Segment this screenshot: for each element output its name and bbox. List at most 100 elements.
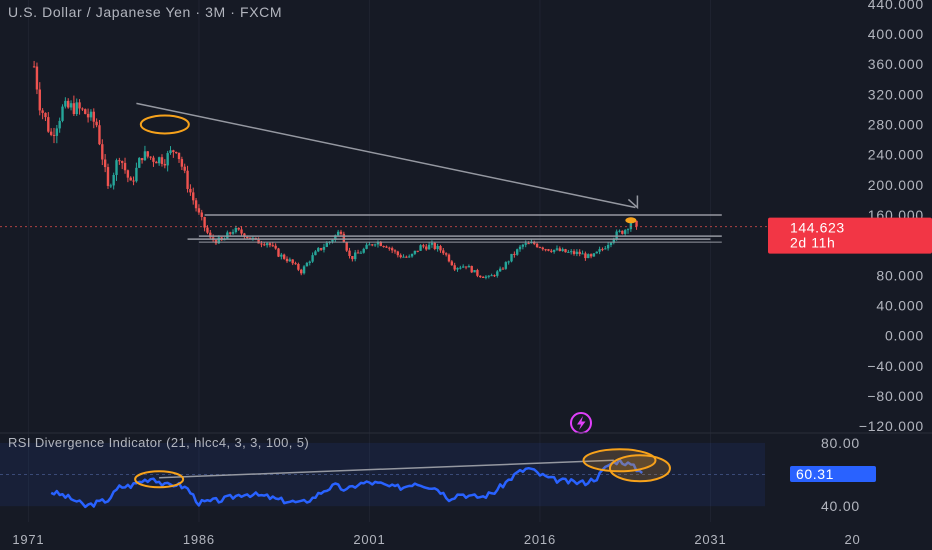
candle-body bbox=[180, 159, 184, 167]
candle-body bbox=[189, 188, 192, 193]
candle-body bbox=[626, 229, 630, 231]
candle-body bbox=[194, 200, 198, 209]
rsi-pane[interactable] bbox=[0, 442, 765, 509]
candle-body bbox=[609, 242, 613, 245]
price-tick-label: −40.000 bbox=[867, 358, 924, 374]
time-tick-label: 2016 bbox=[524, 532, 556, 547]
candle-body bbox=[157, 157, 161, 164]
candle-body bbox=[493, 275, 496, 277]
candle bbox=[84, 108, 87, 115]
candle-body bbox=[578, 251, 581, 255]
candle-body bbox=[234, 227, 238, 233]
candle-body bbox=[61, 106, 64, 121]
candle-body bbox=[200, 212, 203, 217]
chart-title: U.S. Dollar / Japanese Yen · 3M · FXCM bbox=[8, 4, 282, 20]
rsi-tick-label: 40.00 bbox=[821, 498, 860, 514]
candle-body bbox=[174, 152, 178, 154]
candle-body bbox=[368, 244, 371, 246]
price-tick-label: −80.000 bbox=[867, 388, 924, 404]
indicator-label: RSI Divergence Indicator (21, hlcc4, 3, … bbox=[8, 435, 309, 450]
candle-body bbox=[564, 249, 567, 253]
candle-body bbox=[467, 266, 471, 268]
candle-body bbox=[163, 163, 167, 166]
candle-body bbox=[569, 251, 573, 253]
candle-body bbox=[32, 66, 36, 68]
candle-body bbox=[120, 161, 124, 163]
candle-body bbox=[504, 262, 508, 269]
candle-body bbox=[382, 246, 385, 248]
candle-body bbox=[513, 253, 516, 255]
candle-body bbox=[351, 255, 354, 260]
time-tick-label: 1971 bbox=[12, 532, 44, 547]
candle-body bbox=[288, 259, 292, 262]
candle-body bbox=[203, 216, 206, 228]
candle-body bbox=[67, 100, 70, 108]
candle-body bbox=[481, 277, 485, 279]
candle-body bbox=[294, 263, 297, 265]
chart-canvas[interactable]: U.S. Dollar / Japanese Yen · 3M · FXCM 4… bbox=[0, 0, 932, 550]
candle-body bbox=[373, 244, 377, 246]
candle-body bbox=[92, 111, 95, 122]
candle-body bbox=[84, 109, 87, 114]
candle-body bbox=[515, 249, 519, 255]
candle-body bbox=[450, 261, 454, 266]
candle-body bbox=[518, 246, 522, 250]
candle-body bbox=[490, 275, 493, 277]
candle-body bbox=[462, 266, 465, 268]
candle-body bbox=[135, 167, 138, 182]
candle-body bbox=[410, 253, 414, 257]
price-tick-label: 360.000 bbox=[868, 56, 924, 72]
candle bbox=[61, 104, 64, 123]
time-tick-label: 1986 bbox=[183, 532, 215, 547]
candle-body bbox=[402, 256, 405, 258]
time-tick-label: 2031 bbox=[694, 532, 726, 547]
candle-body bbox=[336, 231, 340, 236]
candle-body bbox=[555, 248, 559, 250]
candle-body bbox=[44, 112, 47, 118]
candle-body bbox=[300, 269, 303, 274]
candle bbox=[433, 241, 436, 251]
candle-body bbox=[132, 180, 135, 182]
candle-body bbox=[64, 100, 67, 107]
candle-body bbox=[263, 244, 266, 246]
candle-body bbox=[501, 268, 505, 270]
candle-body bbox=[106, 167, 110, 186]
price-axis[interactable]: 440.000 400.000 360.000 320.000 280.000 240.0… bbox=[859, 0, 924, 434]
candle-body bbox=[430, 242, 434, 245]
candle-body bbox=[95, 121, 98, 126]
candle-body bbox=[524, 243, 527, 245]
candle-body bbox=[47, 117, 50, 132]
candle-body bbox=[521, 244, 525, 247]
candle-body bbox=[345, 242, 348, 251]
price-tick-label: 320.000 bbox=[868, 86, 924, 102]
candle-body bbox=[246, 236, 249, 238]
time-tick-label: 2001 bbox=[353, 532, 385, 547]
candle-body bbox=[598, 249, 601, 252]
candle-body bbox=[305, 262, 309, 267]
candle-body bbox=[322, 246, 326, 250]
candle-body bbox=[567, 251, 570, 253]
candle bbox=[515, 248, 519, 256]
peak-highlight-2024[interactable] bbox=[625, 217, 637, 224]
candle-body bbox=[484, 276, 488, 278]
candle-body bbox=[621, 230, 624, 234]
price-tick-label: 40.000 bbox=[876, 298, 924, 314]
candle-body bbox=[35, 66, 39, 90]
candle-body bbox=[601, 249, 604, 251]
candle-body bbox=[240, 229, 243, 234]
candle-body bbox=[143, 151, 147, 161]
candle-body bbox=[160, 157, 164, 164]
candle-body bbox=[507, 261, 510, 263]
candle-body bbox=[314, 251, 317, 256]
candle-body bbox=[291, 259, 294, 264]
candle-body bbox=[442, 250, 445, 254]
candle-body bbox=[169, 150, 172, 154]
candle-body bbox=[331, 239, 334, 242]
candle-body bbox=[146, 151, 149, 157]
candle-body bbox=[362, 248, 365, 253]
candle-body bbox=[604, 248, 607, 250]
candle-body bbox=[592, 253, 596, 257]
candle-body bbox=[325, 242, 328, 247]
candle-body bbox=[72, 103, 76, 115]
candle-body bbox=[339, 231, 343, 234]
